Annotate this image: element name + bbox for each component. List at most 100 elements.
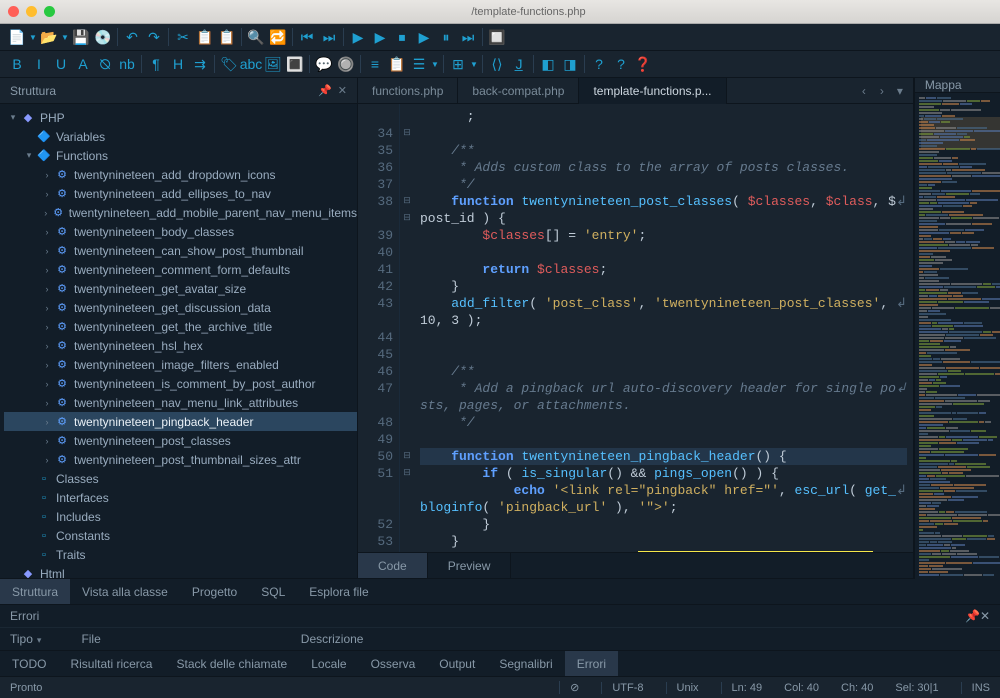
tool-tab[interactable]: Stack delle chiamate <box>164 651 299 676</box>
close-icon[interactable]: ✕ <box>338 84 347 97</box>
status-encoding[interactable]: UTF-8 <box>601 682 643 694</box>
toolbar-button[interactable]: 🔘 <box>335 53 357 75</box>
tree-item[interactable]: ›⚙twentynineteen_post_classes <box>4 431 357 450</box>
toolbar-button[interactable]: 🔳 <box>284 53 306 75</box>
toolbar-button[interactable]: ✂ <box>172 26 194 48</box>
toolbar-button[interactable]: 🔁 <box>267 26 289 48</box>
tool-tab[interactable]: Output <box>427 651 487 676</box>
tree-arrow-icon[interactable]: › <box>40 436 54 446</box>
tree-arrow-icon[interactable]: ▾ <box>22 150 36 161</box>
pin-icon[interactable]: 📌 <box>965 609 980 623</box>
tree-arrow-icon[interactable]: › <box>40 398 54 408</box>
tree-item[interactable]: ›⚙twentynineteen_body_classes <box>4 222 357 241</box>
status-ln[interactable]: Ln: 49 <box>721 682 763 694</box>
toolbar-button[interactable]: 📂 <box>38 26 60 48</box>
tree-item[interactable]: ›⚙twentynineteen_hsl_hex <box>4 336 357 355</box>
tree-item[interactable]: ›⚙twentynineteen_pingback_header <box>4 412 357 431</box>
tool-tab[interactable]: Progetto <box>180 579 249 604</box>
tree-item[interactable]: ›⚙twentynineteen_image_filters_enabled <box>4 355 357 374</box>
toolbar-button[interactable]: 🔲 <box>486 26 508 48</box>
minimap[interactable] <box>915 93 1000 581</box>
toolbar-button[interactable]: 🖼 <box>262 53 284 75</box>
tree-item[interactable]: ›⚙twentynineteen_get_the_archive_title <box>4 317 357 336</box>
toolbar-button[interactable]: A <box>72 53 94 75</box>
tool-tab[interactable]: TODO <box>0 651 58 676</box>
toolbar-button[interactable]: ⦰ <box>94 53 116 75</box>
maximize-window-icon[interactable] <box>44 6 55 17</box>
toolbar-button[interactable]: 💬 <box>313 53 335 75</box>
tool-tab[interactable]: SQL <box>249 579 297 604</box>
toolbar-button[interactable]: 📄 <box>6 26 28 48</box>
close-icon[interactable]: ✕ <box>980 609 990 623</box>
tab-preview[interactable]: Preview <box>428 553 512 578</box>
status-bom[interactable]: ⊘ <box>559 681 579 694</box>
tool-tab[interactable]: Struttura <box>0 579 70 604</box>
window-controls[interactable] <box>8 6 55 17</box>
tree-item[interactable]: ▫Traits <box>4 545 357 564</box>
tree-item[interactable]: ▫Includes <box>4 507 357 526</box>
toolbar-button[interactable]: 💾 <box>70 26 92 48</box>
toolbar-button[interactable]: 🏷 <box>218 53 240 75</box>
toolbar-button[interactable]: H <box>167 53 189 75</box>
tree-item[interactable]: ▫Classes <box>4 469 357 488</box>
toolbar-button[interactable]: 💿 <box>92 26 114 48</box>
toolbar-button[interactable]: I <box>28 53 50 75</box>
toolbar-button[interactable]: ◧ <box>537 53 559 75</box>
toolbar-button[interactable]: ↷ <box>143 26 165 48</box>
dropdown-icon[interactable]: ▼ <box>60 26 70 48</box>
structure-tree[interactable]: ▾◆PHP🔷Variables▾🔷Functions›⚙twentyninete… <box>0 104 357 578</box>
tool-tab[interactable]: Errori <box>565 651 618 676</box>
toolbar-button[interactable]: ¶ <box>145 53 167 75</box>
tree-item[interactable]: ›⚙twentynineteen_post_thumbnail_sizes_at… <box>4 450 357 469</box>
code-body[interactable]: ; /** * Adds custom class to the array o… <box>414 104 913 552</box>
tree-item[interactable]: ◆Html <box>4 564 357 578</box>
toolbar-button[interactable]: 📋 <box>216 26 238 48</box>
tree-arrow-icon[interactable]: ▾ <box>6 112 20 123</box>
tool-tab[interactable]: Segnalibri <box>487 651 564 676</box>
tree-arrow-icon[interactable]: › <box>40 303 54 313</box>
toolbar-button[interactable]: ≡ <box>364 53 386 75</box>
tree-arrow-icon[interactable]: › <box>40 227 54 237</box>
toolbar-button[interactable]: abc <box>240 53 262 75</box>
toolbar-button[interactable]: ? <box>610 53 632 75</box>
toolbar-button[interactable]: U <box>50 53 72 75</box>
tree-item[interactable]: ›⚙twentynineteen_can_show_post_thumbnail <box>4 241 357 260</box>
tab-next-icon[interactable]: › <box>873 84 891 98</box>
dropdown-icon[interactable]: ▼ <box>28 26 38 48</box>
tool-tab[interactable]: Esplora file <box>297 579 380 604</box>
dropdown-icon[interactable]: ▼ <box>469 53 479 75</box>
toolbar-button[interactable]: J̲ <box>508 53 530 75</box>
sort-icon[interactable]: ▾ <box>37 635 42 645</box>
tree-item[interactable]: ▾◆PHP <box>4 108 357 127</box>
status-os[interactable]: Unix <box>666 682 699 694</box>
tree-arrow-icon[interactable]: › <box>40 208 52 218</box>
tree-arrow-icon[interactable]: › <box>40 379 54 389</box>
tree-item[interactable]: ›⚙twentynineteen_add_mobile_parent_nav_m… <box>4 203 357 222</box>
toolbar-button[interactable]: ? <box>588 53 610 75</box>
toolbar-button[interactable]: ◨ <box>559 53 581 75</box>
tool-tab[interactable]: Osserva <box>359 651 428 676</box>
toolbar-button[interactable]: nb <box>116 53 138 75</box>
toolbar-button[interactable]: ⏮ <box>296 26 318 48</box>
tree-item[interactable]: ›⚙twentynineteen_get_avatar_size <box>4 279 357 298</box>
toolbar-button[interactable]: ⏭ <box>457 26 479 48</box>
toolbar-button[interactable]: ↶ <box>121 26 143 48</box>
toolbar-button[interactable]: ⇉ <box>189 53 211 75</box>
tree-item[interactable]: ›⚙twentynineteen_add_ellipses_to_nav <box>4 184 357 203</box>
toolbar-button[interactable]: ⏹ <box>391 26 413 48</box>
tree-item[interactable]: ›⚙twentynineteen_nav_menu_link_attribute… <box>4 393 357 412</box>
tree-arrow-icon[interactable]: › <box>40 417 54 427</box>
file-tab[interactable]: template-functions.p... <box>579 78 726 104</box>
toolbar-button[interactable]: ▶ <box>369 26 391 48</box>
tree-item[interactable]: ›⚙twentynineteen_is_comment_by_post_auth… <box>4 374 357 393</box>
tree-item[interactable]: 🔷Variables <box>4 127 357 146</box>
dropdown-icon[interactable]: ▼ <box>430 53 440 75</box>
tool-tab[interactable]: Vista alla classe <box>70 579 180 604</box>
tree-arrow-icon[interactable]: › <box>40 455 54 465</box>
fold-column[interactable]: ⊟⊟⊟⊟⊟⊟⊟ <box>400 104 414 552</box>
tab-menu-icon[interactable]: ▾ <box>891 84 909 98</box>
toolbar-button[interactable]: ❓ <box>632 53 654 75</box>
tool-tab[interactable]: Risultati ricerca <box>58 651 164 676</box>
toolbar-button[interactable]: 📋 <box>194 26 216 48</box>
tree-item[interactable]: ›⚙twentynineteen_get_discussion_data <box>4 298 357 317</box>
